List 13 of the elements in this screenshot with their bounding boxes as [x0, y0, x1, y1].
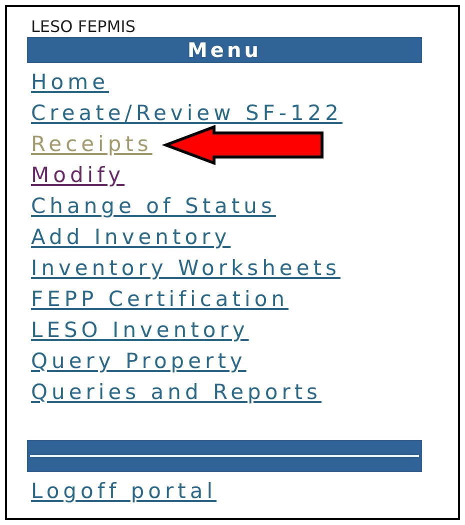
site-title: LESO FEPMIS: [31, 17, 136, 37]
menu-link[interactable]: Query Property: [31, 346, 246, 377]
menu-header: Menu: [27, 37, 422, 63]
menu-link[interactable]: Inventory Worksheets: [31, 253, 340, 284]
menu-link[interactable]: Modify: [31, 160, 125, 191]
menu-link[interactable]: Home: [31, 67, 110, 98]
menu-link[interactable]: LESO Inventory: [31, 315, 249, 346]
menu-link[interactable]: Add Inventory: [31, 222, 231, 253]
menu-link[interactable]: Create/Review SF-122: [31, 98, 343, 129]
menu-link[interactable]: Change of Status: [31, 191, 276, 222]
menu-link[interactable]: FEPP Certification: [31, 284, 289, 315]
menu-link[interactable]: Logoff portal: [31, 476, 217, 507]
menu-link[interactable]: Queries and Reports: [31, 377, 322, 408]
